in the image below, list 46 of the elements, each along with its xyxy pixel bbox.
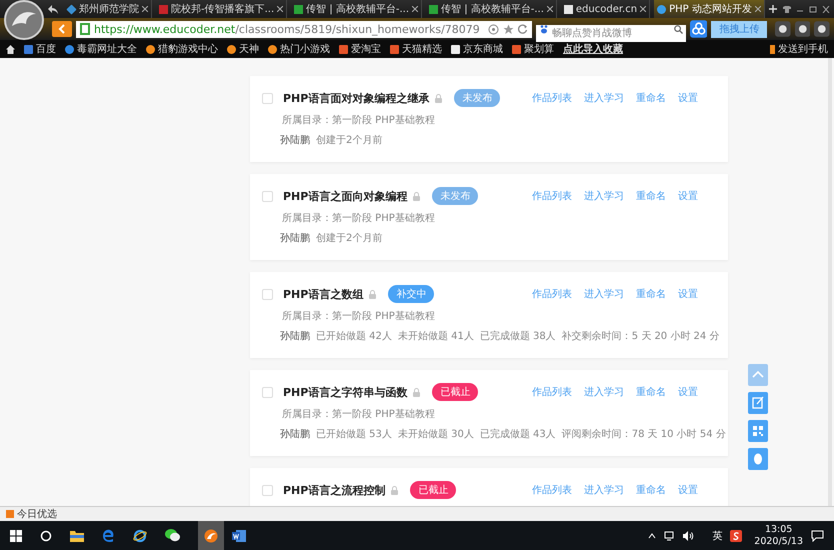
address-field[interactable]: https://www.educoder.net/classrooms/5819/shixun_homeworks/78079	[76, 20, 532, 38]
detail-text: 已开始做题 42人	[316, 330, 392, 343]
detail-text: 已开始做题 53人	[316, 428, 392, 441]
bookmark[interactable]: 京东商城	[451, 42, 503, 56]
bookmark[interactable]: 天神	[227, 42, 259, 56]
author-name: 孙陆鹏	[280, 428, 310, 441]
author-name: 孙陆鹏	[280, 134, 310, 147]
author-name: 孙陆鹏	[280, 330, 310, 343]
detail-text: 已完成做题 38人	[480, 330, 556, 343]
bookmark[interactable]: 百度	[24, 42, 56, 56]
import-bookmarks-link[interactable]: 点此导入收藏	[563, 42, 623, 56]
browser-tab[interactable]: PHP 动态网站开发	[654, 0, 765, 18]
detail-text: 已完成做题 43人	[480, 428, 556, 441]
bookmark[interactable]: 聚划算	[512, 42, 554, 56]
search-field[interactable]: 畅聊点赞肖战微博	[536, 24, 686, 42]
status-badge: 未发布	[454, 89, 500, 107]
directory-text: 所属目录：第一阶段 PHP基础教程	[282, 114, 436, 127]
status-badge: 已截止	[410, 481, 456, 499]
detail-text: 未开始做题 41人	[398, 330, 474, 343]
send-to-phone-button[interactable]: 发送到手机	[770, 42, 828, 56]
detail-text: 评阅剩余时间：78 天 10 小时 54 分	[562, 428, 726, 441]
bookmark[interactable]: 毒霸网址大全	[65, 42, 137, 56]
status-text[interactable]: 今日优选	[17, 507, 57, 521]
detail-text: 创建于2个月前	[316, 232, 382, 245]
detail-text: 补交剩余时间：5 天 20 小时 24 分	[562, 330, 720, 343]
status-badge: 已截止	[432, 383, 478, 401]
bookmark[interactable]: 天猫精选	[390, 42, 442, 56]
bookmark[interactable]: 爱淘宝	[339, 42, 381, 56]
detail-text: 创建于2个月前	[316, 134, 382, 147]
homework-title[interactable]: PHP语言之字符串与函数	[283, 384, 408, 400]
homework-title[interactable]: PHP语言之数组	[283, 286, 364, 302]
homework-title[interactable]: PHP语言之面向对象编程	[283, 188, 408, 204]
detail-text: 未开始做题 30人	[398, 428, 474, 441]
bookmark[interactable]: 猎豹游戏中心	[146, 42, 218, 56]
homework-title[interactable]: PHP语言面对对象编程之继承	[283, 90, 430, 106]
clock-date[interactable]: 2020/5/13	[754, 536, 803, 548]
directory-text: 所属目录：第一阶段 PHP基础教程	[282, 212, 436, 225]
status-badge: 未发布	[432, 187, 478, 205]
directory-text: 所属目录：第一阶段 PHP基础教程	[282, 310, 436, 323]
clock-time[interactable]: 13:05	[764, 524, 792, 536]
input-method-indicator[interactable]: 英	[712, 528, 722, 542]
directory-text: 所属目录：第一阶段 PHP基础教程	[282, 408, 436, 421]
status-badge: 补交中	[388, 285, 434, 303]
bookmark[interactable]: 热门小游戏	[268, 42, 330, 56]
homework-title[interactable]: PHP语言之流程控制	[283, 482, 386, 498]
author-name: 孙陆鹏	[280, 232, 310, 245]
